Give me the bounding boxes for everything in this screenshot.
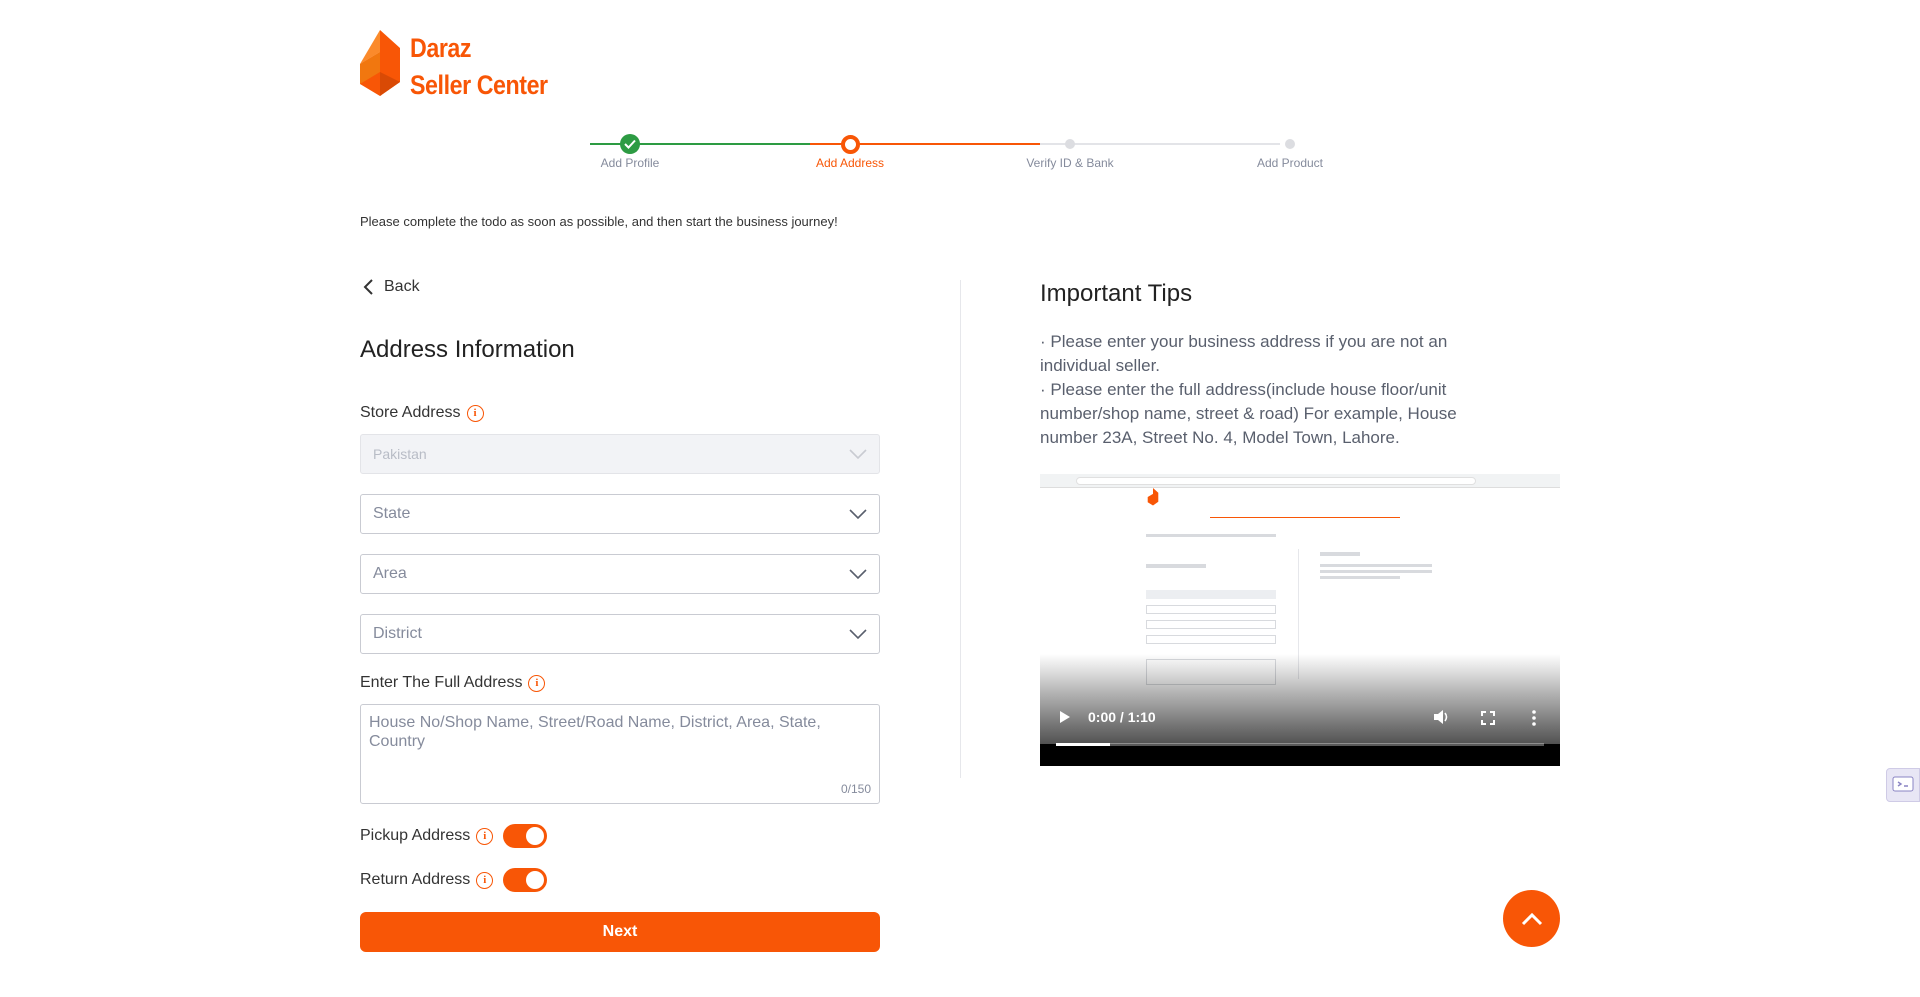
- daraz-logo-icon: [360, 30, 400, 96]
- return-address-toggle[interactable]: [503, 868, 548, 892]
- video-time: 0:00 / 1:10: [1088, 709, 1156, 725]
- step-label: Add Profile: [600, 156, 660, 170]
- column-divider: [960, 280, 961, 778]
- active-step-dot: [840, 134, 860, 154]
- check-icon: [620, 134, 640, 154]
- back-button[interactable]: Back: [362, 278, 420, 296]
- chevron-down-icon: [849, 629, 867, 640]
- section-title: Address Information: [360, 336, 575, 363]
- info-icon[interactable]: i: [466, 404, 484, 422]
- full-address-placeholder: House No/Shop Name, Street/Road Name, Di…: [369, 714, 821, 750]
- info-icon[interactable]: i: [476, 871, 494, 889]
- district-placeholder: District: [373, 625, 422, 642]
- video-field: [1146, 605, 1276, 614]
- pickup-address-label: Pickup Address: [360, 827, 471, 844]
- return-address-label: Return Address: [360, 871, 471, 888]
- brand-logo[interactable]: Daraz Seller Center: [360, 30, 570, 104]
- area-placeholder: Area: [373, 565, 407, 582]
- scroll-to-top-button[interactable]: [1503, 890, 1560, 947]
- country-select: Pakistan: [360, 434, 880, 474]
- step-verify-id-bank: Verify ID & Bank: [980, 134, 1160, 170]
- step-label: Verify ID & Bank: [1026, 156, 1114, 170]
- video-progress-fill: [1056, 743, 1110, 746]
- tips-title: Important Tips: [1040, 280, 1193, 307]
- back-label: Back: [384, 278, 420, 295]
- video-field: [1146, 620, 1276, 629]
- state-placeholder: State: [373, 505, 411, 522]
- video-progress-bar[interactable]: [1056, 743, 1544, 746]
- video-text-block: [1320, 552, 1360, 556]
- district-select[interactable]: District: [360, 614, 880, 654]
- step-add-product: Add Product: [1200, 134, 1380, 170]
- chevron-left-icon: [363, 279, 373, 295]
- pickup-address-row: Pickup Address i: [360, 824, 548, 848]
- video-stepper-line: [1210, 517, 1400, 518]
- chat-icon: [1892, 776, 1914, 792]
- video-bottom-bar: [1040, 744, 1560, 766]
- info-icon[interactable]: i: [528, 674, 546, 692]
- tips-text: · Please enter your business address if …: [1040, 330, 1510, 450]
- chevron-up-icon: [1521, 912, 1542, 925]
- pickup-address-toggle[interactable]: [503, 824, 548, 848]
- chevron-down-icon: [849, 449, 867, 460]
- video-url-bar: [1076, 477, 1476, 485]
- pending-step-dot: [1065, 139, 1075, 149]
- store-address-label: Store Address i: [360, 404, 484, 422]
- video-logo-icon: [1147, 488, 1159, 506]
- play-icon[interactable]: [1059, 710, 1071, 724]
- state-select[interactable]: State: [360, 494, 880, 534]
- next-button[interactable]: Next: [360, 912, 880, 952]
- step-label: Add Product: [1256, 156, 1324, 170]
- full-address-textarea[interactable]: House No/Shop Name, Street/Road Name, Di…: [360, 704, 880, 804]
- video-text-block: [1146, 564, 1206, 568]
- area-select[interactable]: Area: [360, 554, 880, 594]
- todo-notice: Please complete the todo as soon as poss…: [360, 214, 838, 229]
- tip-line-1: · Please enter your business address if …: [1040, 332, 1448, 375]
- store-address-text: Store Address: [360, 404, 461, 421]
- video-text-block: [1146, 534, 1276, 537]
- video-field: [1146, 635, 1276, 644]
- chevron-down-icon: [849, 569, 867, 580]
- pending-step-dot: [1285, 139, 1295, 149]
- country-value: Pakistan: [373, 446, 427, 462]
- tutorial-video[interactable]: 0:00 / 1:10: [1040, 474, 1560, 766]
- progress-stepper: Add Profile Add Address Verify ID & Bank…: [580, 134, 1323, 174]
- video-text-block: [1320, 576, 1400, 579]
- fullscreen-icon[interactable]: [1481, 711, 1495, 725]
- step-add-profile: Add Profile: [540, 134, 720, 170]
- brand-line-2: Seller Center: [410, 70, 548, 100]
- more-options-icon[interactable]: [1532, 710, 1536, 726]
- step-add-address: Add Address: [760, 134, 940, 170]
- brand-line-1: Daraz: [410, 33, 472, 63]
- video-text-block: [1320, 564, 1432, 567]
- info-icon[interactable]: i: [476, 827, 494, 845]
- feedback-widget[interactable]: [1886, 768, 1920, 802]
- return-address-row: Return Address i: [360, 868, 548, 892]
- full-address-label: Enter The Full Address i: [360, 674, 546, 692]
- toggle-knob: [526, 827, 545, 845]
- char-counter: 0/150: [840, 782, 871, 796]
- video-browser-bar: [1040, 474, 1560, 488]
- video-text-block: [1320, 570, 1432, 573]
- brand-name: Daraz Seller Center: [410, 30, 548, 104]
- tip-line-2: · Please enter the full address(include …: [1040, 380, 1457, 447]
- volume-icon[interactable]: [1433, 709, 1451, 725]
- step-label: Add Address: [815, 156, 885, 170]
- toggle-knob: [526, 871, 545, 889]
- full-address-text: Enter The Full Address: [360, 674, 523, 691]
- video-field: [1146, 590, 1276, 599]
- chevron-down-icon: [849, 509, 867, 520]
